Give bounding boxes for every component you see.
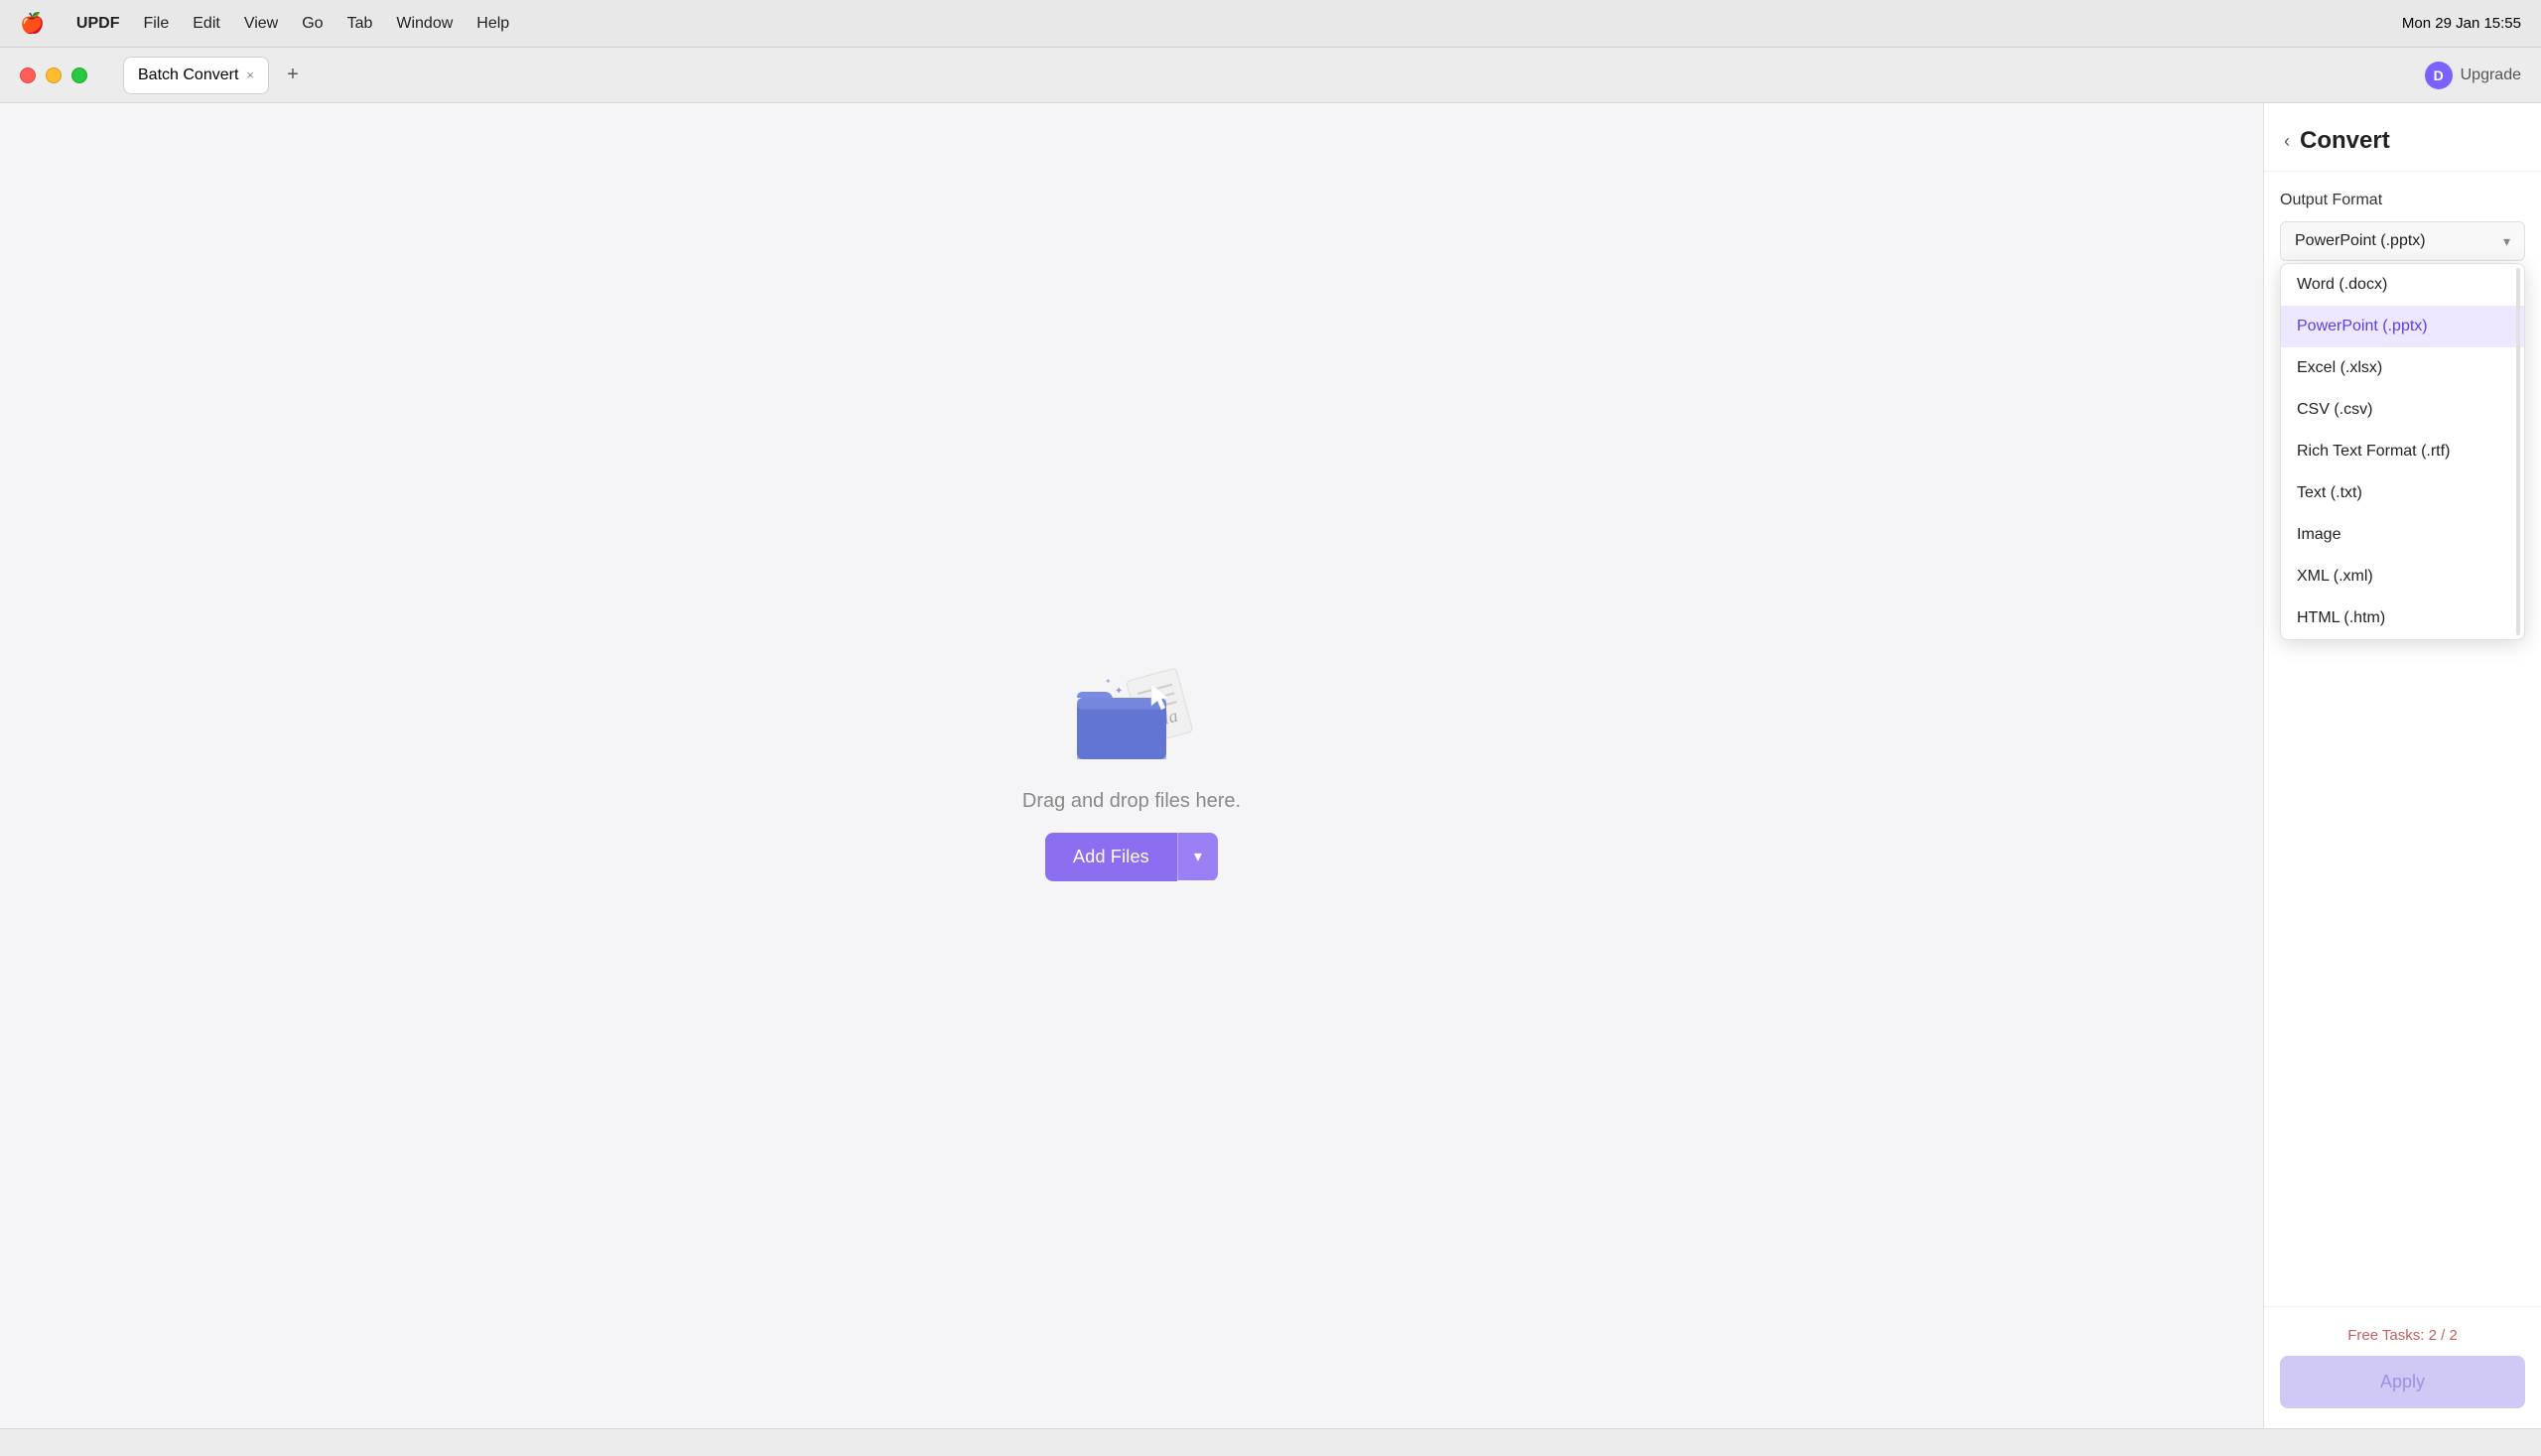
app-name[interactable]: UPDF xyxy=(76,15,120,33)
batch-convert-tab[interactable]: Batch Convert × xyxy=(123,57,269,94)
traffic-lights xyxy=(20,67,87,83)
tab-close-icon[interactable]: × xyxy=(246,67,254,82)
dropdown-item-powerpoint[interactable]: PowerPoint (.pptx) xyxy=(2281,306,2524,347)
panel-title: Convert xyxy=(2300,127,2390,155)
selected-format-text: PowerPoint (.pptx) xyxy=(2295,232,2426,250)
titlebar: Batch Convert × + D Upgrade xyxy=(0,48,2541,103)
user-avatar: D xyxy=(2425,62,2453,89)
drop-zone-content: fla ✦ ✦ xyxy=(1022,651,1241,881)
dropdown-item-html[interactable]: HTML (.htm) xyxy=(2281,597,2524,639)
output-format-section: Output Format PowerPoint (.pptx) ▾ Word … xyxy=(2264,172,2541,281)
close-button[interactable] xyxy=(20,67,36,83)
window: Batch Convert × + D Upgrade xyxy=(0,48,2541,1456)
dropdown-item-image[interactable]: Image xyxy=(2281,514,2524,556)
maximize-button[interactable] xyxy=(71,67,87,83)
upgrade-label: Upgrade xyxy=(2461,66,2521,84)
apply-button[interactable]: Apply xyxy=(2280,1356,2525,1408)
format-select-trigger[interactable]: PowerPoint (.pptx) ▾ xyxy=(2280,221,2525,261)
menubar-right: Mon 29 Jan 15:55 xyxy=(2402,15,2521,32)
dropdown-item-rtf[interactable]: Rich Text Format (.rtf) xyxy=(2281,431,2524,472)
chevron-down-icon: ▾ xyxy=(2503,233,2510,250)
tab-title: Batch Convert xyxy=(138,66,238,84)
format-dropdown-menu: Word (.docx) PowerPoint (.pptx) Excel (.… xyxy=(2280,263,2525,640)
menu-edit[interactable]: Edit xyxy=(193,15,220,33)
dropdown-item-excel[interactable]: Excel (.xlsx) xyxy=(2281,347,2524,389)
apple-menu-icon[interactable]: 🍎 xyxy=(20,11,45,36)
drop-zone-area[interactable]: fla ✦ ✦ xyxy=(0,103,2263,1428)
menu-view[interactable]: View xyxy=(244,15,278,33)
menu-help[interactable]: Help xyxy=(476,15,509,33)
tab-add-button[interactable]: + xyxy=(277,60,309,91)
format-select-container: PowerPoint (.pptx) ▾ Word (.docx) PowerP… xyxy=(2280,221,2525,261)
tab-area: Batch Convert × + xyxy=(123,57,309,94)
right-panel: ‹ Convert Output Format PowerPoint (.ppt… xyxy=(2263,103,2541,1428)
dropdown-item-xml[interactable]: XML (.xml) xyxy=(2281,556,2524,597)
dropdown-item-word[interactable]: Word (.docx) xyxy=(2281,264,2524,306)
upgrade-button[interactable]: D Upgrade xyxy=(2425,62,2521,89)
add-files-dropdown-button[interactable]: ▾ xyxy=(1177,833,1218,880)
statusbar xyxy=(0,1428,2541,1456)
panel-header: ‹ Convert xyxy=(2264,103,2541,172)
minimize-button[interactable] xyxy=(46,67,62,83)
drop-zone-text: Drag and drop files here. xyxy=(1022,790,1241,813)
free-tasks-text: Free Tasks: 2 / 2 xyxy=(2347,1327,2458,1344)
folder-illustration: fla ✦ ✦ xyxy=(1062,651,1201,770)
add-files-container: Add Files ▾ xyxy=(1045,833,1218,881)
menu-tab[interactable]: Tab xyxy=(347,15,373,33)
panel-back-icon[interactable]: ‹ xyxy=(2284,131,2290,152)
main-content: fla ✦ ✦ xyxy=(0,103,2541,1428)
output-format-label: Output Format xyxy=(2280,192,2525,209)
menu-file[interactable]: File xyxy=(143,15,169,33)
menubar: 🍎 UPDF File Edit View Go Tab Window Help… xyxy=(0,0,2541,48)
menubar-time: Mon 29 Jan 15:55 xyxy=(2402,15,2521,32)
menu-go[interactable]: Go xyxy=(302,15,323,33)
svg-text:✦: ✦ xyxy=(1105,677,1112,686)
panel-footer: Free Tasks: 2 / 2 Apply xyxy=(2264,1306,2541,1428)
add-files-button[interactable]: Add Files xyxy=(1045,833,1177,881)
svg-text:✦: ✦ xyxy=(1115,686,1123,697)
dropdown-item-txt[interactable]: Text (.txt) xyxy=(2281,472,2524,514)
dropdown-item-csv[interactable]: CSV (.csv) xyxy=(2281,389,2524,431)
menu-window[interactable]: Window xyxy=(396,15,453,33)
